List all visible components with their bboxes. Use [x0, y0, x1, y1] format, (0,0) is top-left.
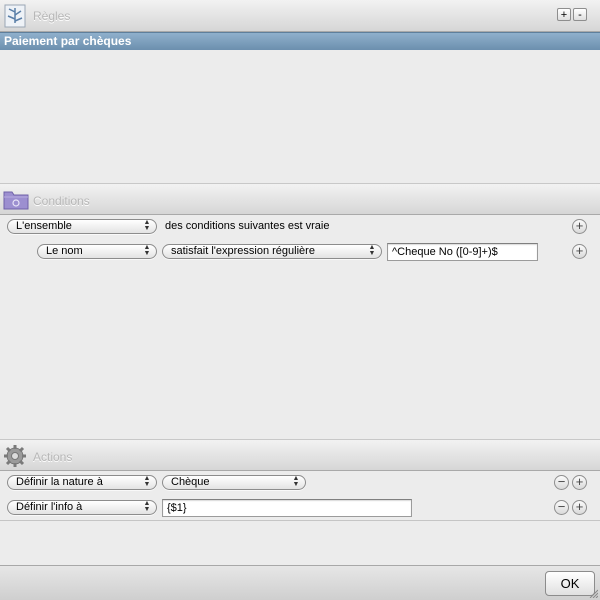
remove-rule-button[interactable]: -: [573, 8, 587, 21]
add-action-button[interactable]: +: [572, 475, 587, 490]
condition-value-field[interactable]: ^Cheque No ([0-9]+)$: [387, 243, 538, 261]
rule-name: Paiement par chèques: [4, 34, 132, 48]
popup-arrows-icon: ▲ ▼: [143, 500, 151, 513]
add-condition-button[interactable]: +: [572, 219, 587, 234]
popup-arrows-icon: ▲ ▼: [143, 475, 151, 488]
action-type-popup[interactable]: Définir la nature à ▲ ▼: [7, 475, 157, 490]
condition-field-value: Le nom: [46, 245, 83, 257]
rule-list-item[interactable]: Paiement par chèques: [0, 32, 600, 50]
add-rule-button[interactable]: +: [557, 8, 571, 21]
quantifier-value: L'ensemble: [16, 220, 72, 232]
conditions-header: Conditions: [0, 183, 600, 215]
actions-title: Actions: [33, 450, 73, 464]
gear-icon: [4, 445, 26, 467]
folder-icon: [3, 191, 29, 210]
action-value-field[interactable]: {$1}: [162, 499, 412, 517]
add-action-button[interactable]: +: [572, 500, 587, 515]
popup-arrows-icon: ▲ ▼: [143, 219, 151, 232]
bottom-bar: [0, 565, 600, 600]
action-type-value: Définir la nature à: [16, 476, 103, 488]
action-type-value: Définir l'info à: [16, 501, 83, 513]
popup-arrows-icon: ▲ ▼: [368, 244, 376, 257]
rules-title: Règles: [33, 9, 71, 23]
condition-operator-popup[interactable]: satisfait l'expression régulière ▲ ▼: [162, 244, 382, 259]
action-value-popup[interactable]: Chèque ▲ ▼: [162, 475, 306, 490]
popup-arrows-icon: ▲ ▼: [292, 475, 300, 488]
condition-field-popup[interactable]: Le nom ▲ ▼: [37, 244, 157, 259]
condition-operator-value: satisfait l'expression régulière: [171, 245, 315, 257]
popup-arrows-icon: ▲ ▼: [143, 244, 151, 257]
conditions-title: Conditions: [33, 194, 90, 208]
action-type-popup[interactable]: Définir l'info à ▲ ▼: [7, 500, 157, 515]
add-subcondition-button[interactable]: +: [572, 244, 587, 259]
actions-divider: [0, 520, 600, 521]
remove-action-button[interactable]: −: [554, 500, 569, 515]
quantifier-popup[interactable]: L'ensemble ▲ ▼: [7, 219, 157, 234]
rules-header: Règles + -: [0, 0, 600, 32]
actions-header: Actions: [0, 439, 600, 471]
resize-grip-icon[interactable]: [588, 588, 598, 598]
action-value-value: Chèque: [171, 476, 210, 488]
quantifier-suffix: des conditions suivantes est vraie: [165, 220, 330, 232]
rules-tree-icon: [4, 4, 26, 28]
remove-action-button[interactable]: −: [554, 475, 569, 490]
